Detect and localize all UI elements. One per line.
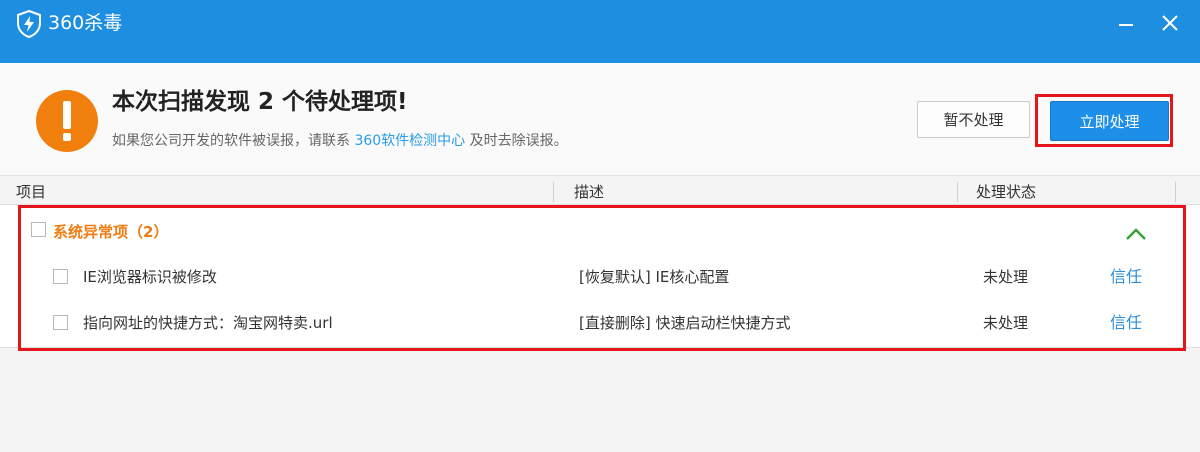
result-header: 本次扫描发现 2 个待处理项! 如果您公司开发的软件被误报，请联系 360软件检… xyxy=(0,63,1200,175)
trust-link[interactable]: 信任 xyxy=(1110,312,1142,334)
column-description[interactable]: 描述 xyxy=(574,182,604,202)
row-item-name: IE浏览器标识被修改 xyxy=(83,268,217,286)
chevron-up-icon[interactable] xyxy=(1124,226,1148,242)
column-divider[interactable] xyxy=(1175,182,1176,202)
row-item-name: 指向网址的快捷方式：淘宝网特卖.url xyxy=(83,314,333,332)
minimize-icon xyxy=(1119,24,1133,26)
row-description: [直接删除] 快速启动栏快捷方式 xyxy=(579,314,791,332)
process-now-button[interactable]: 立即处理 xyxy=(1050,101,1169,141)
row-status: 未处理 xyxy=(983,314,1029,332)
column-header: 项目 描述 处理状态 xyxy=(0,175,1200,205)
group-checkbox[interactable] xyxy=(31,222,46,237)
trust-link[interactable]: 信任 xyxy=(1110,266,1142,288)
false-positive-note: 如果您公司开发的软件被误报，请联系 360软件检测中心 及时去除误报。 xyxy=(112,131,568,151)
column-item[interactable]: 项目 xyxy=(16,182,46,202)
shield-bolt-icon xyxy=(17,10,41,38)
row-checkbox[interactable] xyxy=(53,269,68,284)
row-checkbox[interactable] xyxy=(53,315,68,330)
minimize-button[interactable] xyxy=(1111,8,1141,38)
close-button[interactable] xyxy=(1155,8,1185,38)
detection-center-link[interactable]: 360软件检测中心 xyxy=(354,133,465,149)
column-divider[interactable] xyxy=(957,182,958,202)
scan-result-headline: 本次扫描发现 2 个待处理项! xyxy=(112,89,408,115)
column-divider[interactable] xyxy=(553,182,554,202)
ignore-button[interactable]: 暂不处理 xyxy=(917,101,1030,138)
row-status: 未处理 xyxy=(983,268,1029,286)
group-label[interactable]: 系统异常项（2） xyxy=(53,221,168,243)
note-prefix: 如果您公司开发的软件被误报，请联系 xyxy=(112,133,350,149)
column-status[interactable]: 处理状态 xyxy=(976,182,1036,202)
title-bar: 360杀毒 xyxy=(0,0,1200,63)
app-title: 360杀毒 xyxy=(48,12,123,34)
warning-icon xyxy=(36,90,98,152)
close-icon xyxy=(1162,15,1178,31)
row-description: [恢复默认] IE核心配置 xyxy=(579,268,730,286)
note-suffix: 及时去除误报。 xyxy=(469,133,568,149)
